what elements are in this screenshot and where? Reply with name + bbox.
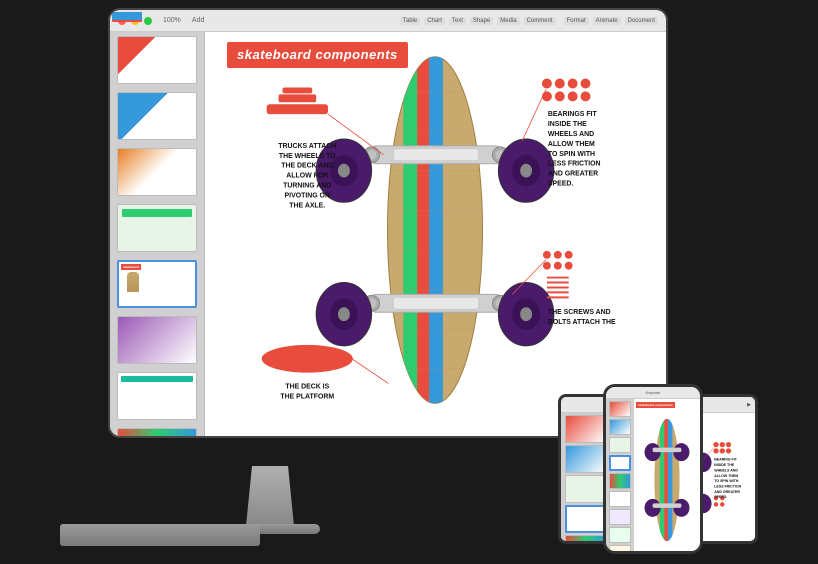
toolbar-table[interactable]: Table xyxy=(400,17,420,25)
svg-text:PIVOTING ON: PIVOTING ON xyxy=(285,192,330,199)
iphone-content: skateboard components xyxy=(606,399,700,551)
svg-text:ALLOW FOR: ALLOW FOR xyxy=(286,173,328,180)
toolbar-chart[interactable]: Chart xyxy=(424,17,445,25)
ipad-thumb-2[interactable] xyxy=(565,445,607,473)
slide-thumb-2[interactable] xyxy=(117,92,197,140)
zoom-level: 100% xyxy=(163,17,181,24)
svg-text:TO SPIN WITH: TO SPIN WITH xyxy=(714,479,739,483)
toolbar-comment[interactable]: Comment xyxy=(524,17,556,25)
svg-text:ALLOW THEM: ALLOW THEM xyxy=(548,141,595,148)
keynote-toolbar: 100% Add Table Chart Text Shape Media Co… xyxy=(110,10,666,32)
monitor-stand xyxy=(240,466,300,526)
ipad-thumb-4-active[interactable] xyxy=(565,505,607,533)
mac-mini xyxy=(60,524,260,546)
ipad-thumb-3[interactable] xyxy=(565,475,607,503)
main-slide[interactable]: skateboard components xyxy=(205,32,666,436)
iphone-thumb-8[interactable] xyxy=(609,527,631,543)
svg-text:LESS FRICTION: LESS FRICTION xyxy=(548,161,601,168)
iphone-thumb-3[interactable] xyxy=(609,437,631,453)
iphone-screen: Keynote skateboard components xyxy=(606,387,700,551)
maximize-button[interactable] xyxy=(144,17,152,25)
slide-thumb-7[interactable] xyxy=(117,372,197,420)
svg-text:ALLOW THEM: ALLOW THEM xyxy=(714,474,738,478)
svg-text:INSIDE THE: INSIDE THE xyxy=(548,121,587,128)
ipad-play[interactable]: ▶ xyxy=(747,402,751,408)
iphone-thumb-9[interactable] xyxy=(609,545,631,551)
slide-title: skateboard components xyxy=(237,47,398,62)
svg-text:BOLTS ATTACH THE: BOLTS ATTACH THE xyxy=(548,319,616,326)
iphone-thumb-5[interactable] xyxy=(609,473,631,489)
iphone-thumb-2[interactable] xyxy=(609,419,631,435)
svg-text:SPEED.: SPEED. xyxy=(548,180,573,187)
iphone-slide-svg xyxy=(634,409,700,551)
svg-text:WHEELS AND: WHEELS AND xyxy=(548,131,594,138)
slide-thumb-8[interactable] xyxy=(117,428,197,436)
svg-text:INSIDE THE: INSIDE THE xyxy=(714,463,735,467)
svg-text:THE AXLE.: THE AXLE. xyxy=(289,202,325,209)
slide-panel: skateboard xyxy=(110,32,205,436)
keynote-content: skateboard skate xyxy=(110,32,666,436)
slide-thumb-5-active[interactable]: skateboard xyxy=(117,260,197,308)
toolbar-shape[interactable]: Shape xyxy=(470,17,493,25)
slide-thumb-1[interactable] xyxy=(117,36,197,84)
toolbar-text[interactable]: Text xyxy=(449,17,466,25)
slide-svg: TRUCKS ATTACH THE WHEELS TO THE DECK AND… xyxy=(205,32,666,436)
toolbar-media[interactable]: Media xyxy=(497,17,519,25)
toolbar-document[interactable]: Document xyxy=(625,17,658,25)
svg-text:THE SCREWS AND: THE SCREWS AND xyxy=(548,309,611,316)
iphone-thumb-1[interactable] xyxy=(609,401,631,417)
svg-text:THE WHEELS TO: THE WHEELS TO xyxy=(279,153,336,160)
iphone-slide-panel xyxy=(606,399,634,551)
svg-text:THE DECK AND: THE DECK AND xyxy=(281,163,333,170)
slide-thumb-3[interactable] xyxy=(117,148,197,196)
toolbar-controls: Table Chart Text Shape Media Comment For… xyxy=(400,17,658,25)
svg-text:BEARINGS FIT: BEARINGS FIT xyxy=(548,111,598,118)
iphone-toolbar: Keynote xyxy=(606,387,700,399)
monitor: 100% Add Table Chart Text Shape Media Co… xyxy=(108,8,668,438)
toolbar-animate[interactable]: Animate xyxy=(593,17,621,25)
svg-text:TO SPIN WITH: TO SPIN WITH xyxy=(548,151,595,158)
svg-text:THE DECK IS: THE DECK IS xyxy=(285,383,329,390)
toolbar-format[interactable]: Format xyxy=(564,17,589,25)
svg-text:BEARING FIT: BEARING FIT xyxy=(714,458,737,462)
svg-text:TRUCKS ATTACH: TRUCKS ATTACH xyxy=(278,143,336,150)
ipad-thumb-1[interactable] xyxy=(565,415,607,443)
slide-title-box: skateboard components xyxy=(227,42,408,68)
monitor-screen: 100% Add Table Chart Text Shape Media Co… xyxy=(110,10,666,436)
svg-text:AND GREATER: AND GREATER xyxy=(548,171,598,178)
svg-text:SPEED.: SPEED. xyxy=(714,495,727,499)
ipad-thumb-5[interactable] xyxy=(565,535,607,541)
svg-text:TURNING AND: TURNING AND xyxy=(283,182,331,189)
svg-text:WHEELS AND: WHEELS AND xyxy=(714,468,738,472)
slide-thumb-6[interactable] xyxy=(117,316,197,364)
toolbar-add[interactable]: Add xyxy=(192,17,204,24)
iphone-thumb-6[interactable] xyxy=(609,491,631,507)
svg-text:THE PLATFORM: THE PLATFORM xyxy=(280,393,334,400)
iphone-thumb-7[interactable] xyxy=(609,509,631,525)
iphone: Keynote skateboard components xyxy=(603,384,703,554)
iphone-thumb-4[interactable] xyxy=(609,455,631,471)
slide-thumb-4[interactable] xyxy=(117,204,197,252)
svg-text:LESS FRICTION: LESS FRICTION xyxy=(714,484,741,488)
iphone-main: skateboard components xyxy=(634,399,700,551)
svg-text:AND GREATER: AND GREATER xyxy=(714,490,740,494)
iphone-title: Keynote xyxy=(609,390,697,395)
iphone-slide-title: skateboard components xyxy=(636,402,675,408)
